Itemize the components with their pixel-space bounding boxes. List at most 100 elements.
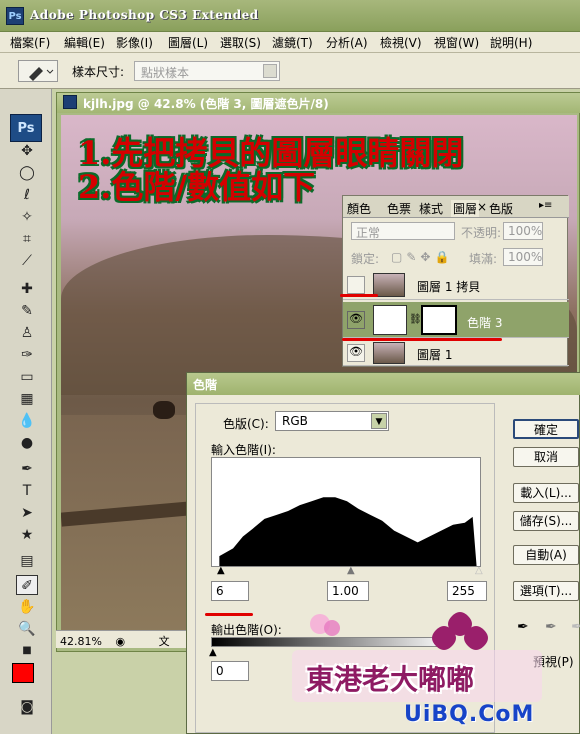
- black-point-slider[interactable]: ▲: [217, 565, 225, 576]
- layer-name[interactable]: 色階 3: [467, 314, 502, 331]
- opacity-field[interactable]: 100%: [503, 222, 543, 240]
- path-selection-icon[interactable]: ➤: [16, 503, 38, 523]
- cancel-button[interactable]: 取消: [513, 447, 579, 467]
- annotation-underline: [342, 338, 502, 341]
- type-tool-icon[interactable]: T: [16, 481, 38, 501]
- clone-stamp-icon[interactable]: ♙: [16, 323, 38, 343]
- tab-swatches[interactable]: 色票: [387, 200, 411, 217]
- notes-tool-icon[interactable]: ▤: [16, 551, 38, 571]
- sample-size-label: 樣本尺寸:: [72, 65, 125, 79]
- layers-panel: 顏色 色票 樣式 圖層 × 色版 ▸≡ 正常 不透明: 100% 鎖定: ▢✎✥…: [342, 195, 569, 367]
- layer-mask-thumbnail[interactable]: [421, 305, 457, 335]
- sample-size-select[interactable]: 點狀樣本: [134, 61, 280, 81]
- menu-window[interactable]: 視窗(W): [434, 34, 479, 51]
- brush-tool-icon[interactable]: ✎: [16, 301, 38, 321]
- levels-dialog-title[interactable]: 色階: [187, 373, 580, 395]
- channel-select[interactable]: RGB ▼: [275, 411, 389, 431]
- menu-analysis[interactable]: 分析(A): [326, 34, 368, 51]
- gradient-tool-icon[interactable]: ▦: [16, 389, 38, 409]
- input-gamma-field[interactable]: 1.00: [327, 581, 369, 601]
- layer-name[interactable]: 圖層 1 拷貝: [417, 278, 480, 295]
- eyedropper-tool-preset[interactable]: [18, 60, 58, 82]
- options-button[interactable]: 選項(T)...: [513, 581, 579, 601]
- menu-image[interactable]: 影像(I): [116, 34, 153, 51]
- marquee-tool-icon[interactable]: ◯: [16, 163, 38, 183]
- input-white-field[interactable]: 255: [447, 581, 487, 601]
- status-bar: 42.81% ◉ 文: [56, 630, 186, 648]
- lock-icons[interactable]: ▢✎✥🔒: [391, 250, 453, 264]
- zoom-level[interactable]: 42.81%: [60, 635, 102, 648]
- horse-figure: [153, 401, 175, 419]
- pen-tool-icon[interactable]: ✒: [16, 459, 38, 479]
- annotation-underline: [205, 613, 253, 616]
- tab-styles[interactable]: 樣式: [419, 200, 443, 217]
- sample-size-value: 點狀樣本: [141, 66, 190, 80]
- input-levels-label: 輸入色階(I):: [211, 443, 276, 457]
- history-brush-icon[interactable]: ✑: [16, 345, 38, 365]
- output-black-field[interactable]: 0: [211, 661, 249, 681]
- foreground-color-swatch[interactable]: [12, 663, 34, 683]
- close-icon[interactable]: ×: [477, 200, 487, 214]
- slice-tool-icon[interactable]: ⟋: [16, 251, 38, 271]
- ok-button[interactable]: 確定: [513, 419, 579, 439]
- tab-color[interactable]: 顏色: [347, 200, 371, 217]
- eye-icon[interactable]: 👁: [347, 311, 365, 329]
- chevron-down-icon: [263, 64, 277, 78]
- menu-edit[interactable]: 編輯(E): [64, 34, 105, 51]
- layer-thumbnail: [373, 273, 405, 297]
- eraser-tool-icon[interactable]: ▭: [16, 367, 38, 387]
- layer-row-levels[interactable]: 👁 ⛓ 色階 3: [343, 302, 569, 338]
- lasso-tool-icon[interactable]: ℓ: [16, 185, 38, 205]
- dodge-tool-icon[interactable]: ●: [16, 433, 38, 453]
- crop-tool-icon[interactable]: ⌗: [16, 229, 38, 249]
- blend-mode-value: 正常: [356, 226, 381, 240]
- watermark-title: 東港老大嘟嘟: [306, 663, 475, 696]
- blend-mode-select[interactable]: 正常: [351, 222, 455, 240]
- opacity-label: 不透明:: [461, 226, 502, 240]
- healing-brush-icon[interactable]: ✚: [16, 279, 38, 299]
- output-black-slider[interactable]: ▲: [209, 647, 217, 658]
- layer-name[interactable]: 圖層 1: [417, 346, 452, 363]
- menu-help[interactable]: 說明(H): [490, 34, 532, 51]
- blur-tool-icon[interactable]: 💧: [16, 411, 38, 431]
- default-colors-icon[interactable]: ■: [16, 641, 38, 661]
- histogram: [211, 457, 481, 567]
- options-bar: 樣本尺寸: 點狀樣本: [0, 53, 580, 89]
- link-icon[interactable]: ⛓: [409, 314, 422, 325]
- fill-field[interactable]: 100%: [503, 248, 543, 266]
- lock-label: 鎖定:: [351, 252, 380, 266]
- auto-button[interactable]: 自動(A): [513, 545, 579, 565]
- menu-view[interactable]: 檢視(V): [380, 34, 422, 51]
- layers-panel-tabs: 顏色 色票 樣式 圖層 × 色版 ▸≡: [343, 196, 569, 218]
- menu-select[interactable]: 選取(S): [220, 34, 261, 51]
- magic-wand-icon[interactable]: ✧: [16, 207, 38, 227]
- hand-tool-icon[interactable]: ✋: [16, 597, 38, 617]
- move-tool-icon[interactable]: ✥: [16, 141, 38, 161]
- eyedropper-icon: [29, 67, 54, 81]
- eye-icon[interactable]: 👁: [347, 344, 365, 362]
- menu-file[interactable]: 檔案(F): [10, 34, 50, 51]
- document-title-bar[interactable]: kjlh.jpg @ 42.8% (色階 3, 圖層遮色片/8): [57, 93, 580, 113]
- save-button[interactable]: 儲存(S)...: [513, 511, 579, 531]
- tab-channels[interactable]: 色版: [489, 200, 513, 217]
- quick-mask-icon[interactable]: ◙: [16, 697, 38, 717]
- document-icon: [63, 95, 77, 109]
- load-button[interactable]: 載入(L)...: [513, 483, 579, 503]
- input-black-field[interactable]: 6: [211, 581, 249, 601]
- watermark-url: UiBQ.CoM: [404, 702, 535, 727]
- menu-filter[interactable]: 濾鏡(T): [272, 34, 313, 51]
- photoshop-app-icon: Ps: [6, 7, 24, 25]
- tab-layers[interactable]: 圖層: [451, 200, 480, 217]
- menu-layer[interactable]: 圖層(L): [168, 34, 208, 51]
- eyedropper-tool-icon[interactable]: ✐: [16, 575, 38, 595]
- toolbox: Ps ✥ ◯ ℓ ✧ ⌗ ⟋ ✚ ✎ ♙ ✑ ▭ ▦ 💧 ● ✒ T ➤ ★ ▤…: [0, 89, 52, 734]
- gamma-slider[interactable]: ▲: [347, 565, 355, 576]
- panel-menu-icon[interactable]: ▸≡: [539, 200, 552, 211]
- layer-row-base[interactable]: 👁 圖層 1: [343, 340, 569, 366]
- watermark: 東港老大嘟嘟 UiBQ.CoM: [286, 606, 580, 734]
- status-info-icon[interactable]: ◉: [115, 635, 125, 648]
- shape-tool-icon[interactable]: ★: [16, 525, 38, 545]
- zoom-tool-icon[interactable]: 🔍: [16, 619, 38, 639]
- white-point-slider[interactable]: △: [475, 565, 483, 576]
- visibility-off-box[interactable]: [347, 276, 365, 294]
